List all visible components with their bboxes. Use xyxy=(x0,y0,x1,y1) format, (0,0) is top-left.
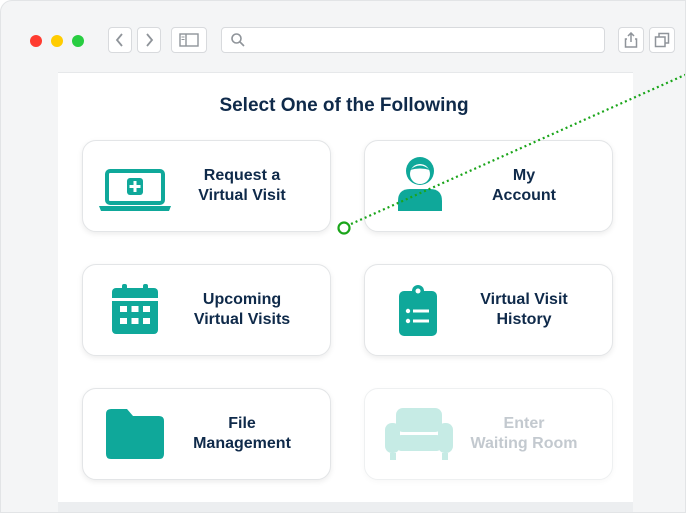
calendar-icon xyxy=(112,284,158,334)
card-label: File Management xyxy=(193,415,291,452)
enter-waiting-room-card[interactable]: Enter Waiting Room xyxy=(364,388,613,480)
laptop-medical-icon xyxy=(99,169,171,211)
page-title: Select One of the Following xyxy=(219,95,469,116)
search-icon xyxy=(231,33,245,47)
browser-window: Select One of the Following Request a Vi… xyxy=(0,0,686,513)
request-virtual-visit-card[interactable]: Request a Virtual Visit xyxy=(82,140,331,232)
share-icon xyxy=(624,32,638,48)
forward-button[interactable] xyxy=(137,27,161,53)
card-label: Virtual Visit History xyxy=(480,291,568,328)
folder-icon xyxy=(106,409,164,459)
maximize-window-button[interactable] xyxy=(72,35,84,47)
address-bar[interactable] xyxy=(221,27,605,53)
chevron-left-icon xyxy=(115,33,123,47)
card-label: Upcoming Virtual Visits xyxy=(193,291,291,328)
browser-toolbar xyxy=(1,1,685,79)
minimize-window-button[interactable] xyxy=(51,35,63,47)
card-label: My Account xyxy=(492,167,556,204)
tabs-button[interactable] xyxy=(649,27,675,53)
panel-footer-band xyxy=(58,502,633,512)
sidebar-toggle-button[interactable] xyxy=(171,27,207,53)
sidebar-icon xyxy=(179,33,199,47)
virtual-visit-history-card[interactable]: Virtual Visit History xyxy=(364,264,613,356)
my-account-card[interactable]: My Account xyxy=(364,140,613,232)
share-button[interactable] xyxy=(618,27,644,53)
back-button[interactable] xyxy=(108,27,132,53)
user-icon xyxy=(398,157,442,211)
couch-icon xyxy=(385,408,453,460)
card-label: Request a Virtual Visit xyxy=(198,167,286,204)
upcoming-virtual-visits-card[interactable]: Upcoming Virtual Visits xyxy=(82,264,331,356)
clipboard-list-icon xyxy=(399,285,437,336)
close-window-button[interactable] xyxy=(30,35,42,47)
file-management-card[interactable]: File Management xyxy=(82,388,331,480)
chevron-right-icon xyxy=(146,33,154,47)
card-label: Enter Waiting Room xyxy=(470,415,578,452)
tabs-icon xyxy=(654,32,670,48)
